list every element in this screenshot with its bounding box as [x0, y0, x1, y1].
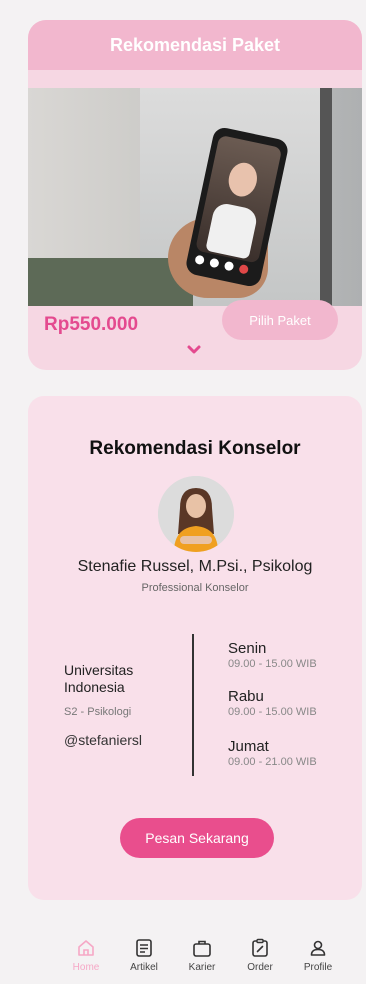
package-header: Rekomendasi Paket	[28, 20, 362, 70]
nav-label: Home	[72, 962, 100, 973]
order-icon	[252, 938, 268, 957]
counselor-handle: @stefaniersl	[64, 732, 143, 748]
counselor-university: Universitas Indonesia	[64, 662, 134, 695]
nav-label: Order	[247, 962, 273, 973]
schedule-item: Rabu 09.00 - 15.00 WIB	[228, 688, 348, 718]
counselor-section-title: Rekomendasi Konselor	[89, 438, 301, 459]
divider	[192, 634, 194, 776]
schedule-item: Jumat 09.00 - 21.00 WIB	[228, 738, 348, 768]
screen: Rekomendasi Paket Rp550.000 Pilih Paket …	[0, 0, 366, 984]
nav-item-home[interactable]: Home	[64, 938, 108, 978]
nav-label: Karier	[188, 962, 216, 973]
nav-item-artikel[interactable]: Artikel	[122, 938, 166, 978]
bottom-nav: Home Artikel Karier Order Profile	[64, 938, 340, 978]
end-call-dot	[238, 263, 250, 275]
schedule-time: 09.00 - 15.00 WIB	[228, 658, 317, 670]
schedule-time: 09.00 - 21.00 WIB	[228, 756, 317, 768]
nav-label: Artikel	[130, 962, 158, 973]
article-icon	[136, 939, 152, 957]
schedule-day: Jumat	[228, 738, 269, 755]
counselor-card: Rekomendasi Konselor Stenafie Russel, M.…	[28, 396, 362, 900]
schedule-day: Rabu	[228, 688, 264, 705]
home-icon	[78, 940, 94, 956]
briefcase-icon	[193, 940, 211, 957]
counselor-photo	[158, 476, 234, 552]
call-control-dot	[194, 254, 206, 266]
pick-package-button[interactable]: Pilih Paket	[222, 300, 338, 340]
nav-item-order[interactable]: Order	[238, 938, 282, 978]
nav-item-karier[interactable]: Karier	[180, 938, 224, 978]
chevron-down-icon[interactable]	[184, 342, 204, 358]
call-control-dot	[223, 260, 235, 272]
profile-icon	[310, 940, 326, 956]
schedule-item: Senin 09.00 - 15.00 WIB	[228, 640, 348, 670]
counselor-role: Professional Konselor	[141, 582, 249, 594]
counselor-name: Stenafie Russel, M.Psi., Psikolog	[77, 558, 313, 575]
package-card: Rekomendasi Paket Rp550.000 Pilih Paket	[28, 20, 362, 370]
package-image	[28, 88, 362, 306]
schedule-time: 09.00 - 15.00 WIB	[228, 706, 317, 718]
schedule-day: Senin	[228, 640, 267, 657]
window-frame	[320, 88, 332, 306]
counselor-degree: S2 - Psikologi	[64, 706, 132, 718]
call-control-dot	[209, 257, 220, 269]
order-now-button[interactable]: Pesan Sekarang	[120, 818, 274, 858]
nav-label: Profile	[303, 962, 333, 973]
avatar	[158, 476, 234, 552]
caller-face	[225, 160, 261, 200]
nav-item-profile[interactable]: Profile	[296, 938, 340, 978]
package-price: Rp550.000	[44, 314, 139, 335]
caller-shirt	[205, 201, 259, 260]
